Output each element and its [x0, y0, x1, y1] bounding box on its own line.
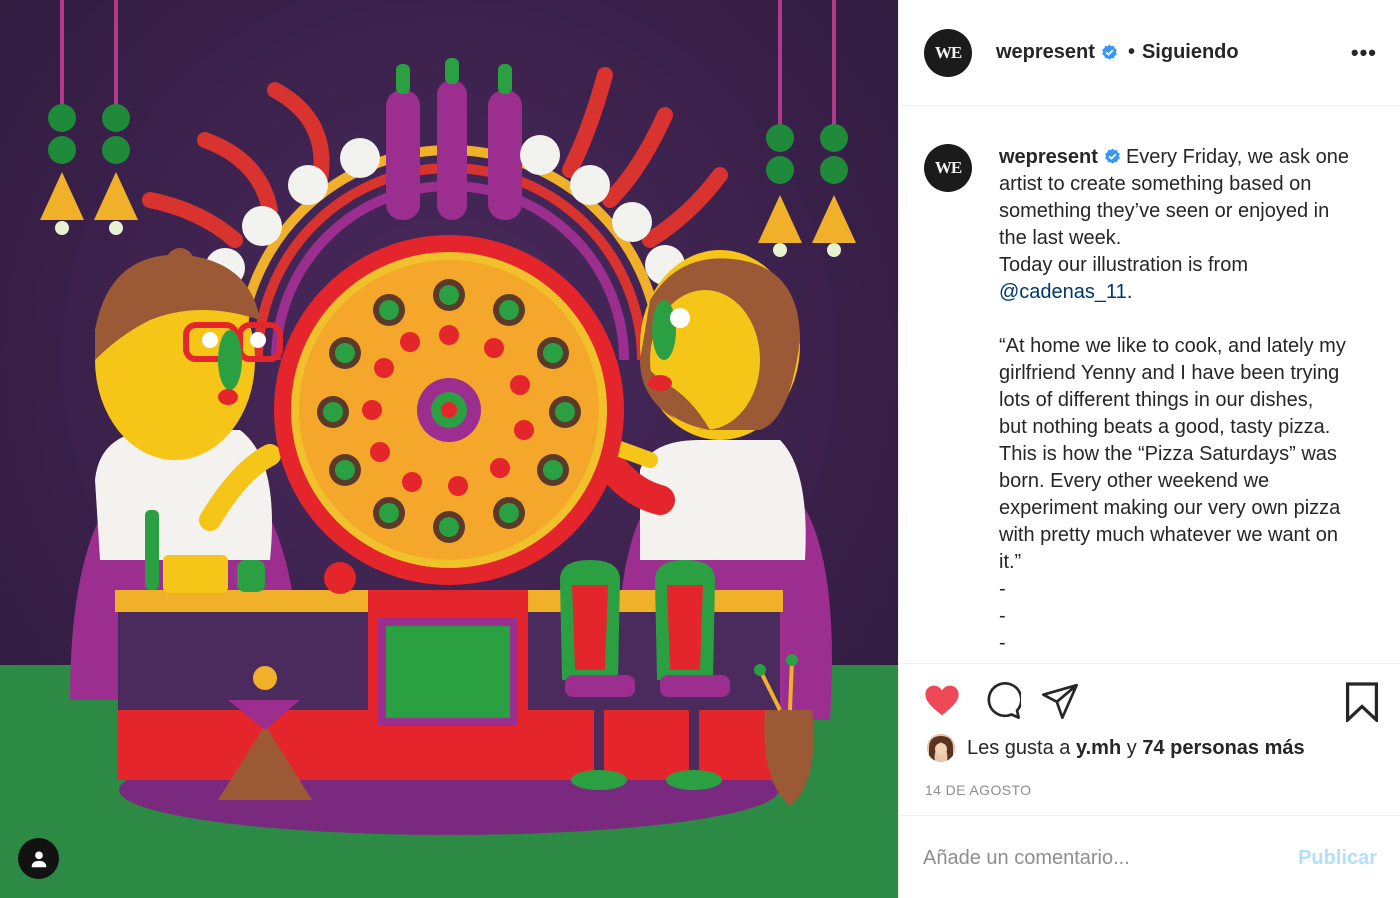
likes-prefix: Les gusta a	[967, 736, 1071, 759]
caption-line: Every Friday, we ask one	[1125, 146, 1349, 168]
caption-line: artist to create something based on	[999, 173, 1312, 195]
likes-summary: Les gusta a y.mh y 74 personas más	[927, 734, 1305, 762]
post-panel: WE wepresent • Siguiendo ••• WE wepresen…	[898, 0, 1400, 898]
caption-line: Today our illustration is from	[999, 254, 1248, 276]
more-horizontal-icon[interactable]: •••	[1351, 40, 1377, 66]
header-user: wepresent • Siguiendo	[996, 41, 1239, 64]
quote-line: with pretty much whatever we want on	[999, 524, 1339, 546]
quote-line: “At home we like to cook, and lately my	[999, 335, 1346, 357]
mention-suffix: .	[1126, 281, 1133, 303]
post-image[interactable]	[0, 0, 898, 898]
quote-line: -	[999, 578, 1006, 600]
likes-others-link[interactable]: 74 personas más	[1142, 737, 1304, 760]
caption-username[interactable]: wepresent	[999, 146, 1098, 168]
avatar[interactable]: WE	[924, 29, 972, 77]
caption-line: something they’ve seen or enjoyed in	[999, 200, 1330, 222]
likes-connector: y	[1126, 736, 1137, 759]
avatar-logo: WE	[934, 43, 962, 62]
comment-icon[interactable]	[983, 682, 1021, 720]
heart-filled-icon[interactable]	[923, 682, 961, 720]
comment-input[interactable]	[923, 840, 1263, 876]
liker-username[interactable]: y.mh	[1076, 737, 1121, 760]
pizza-illustration	[0, 0, 898, 898]
quote-line: This is how the “Pizza Saturdays” was	[999, 443, 1337, 465]
bookmark-icon[interactable]	[1344, 682, 1380, 722]
caption-avatar[interactable]: WE	[924, 144, 972, 192]
mention-link[interactable]: @cadenas_11	[999, 281, 1127, 303]
username-link[interactable]: wepresent	[996, 41, 1095, 64]
quote-line: it.”	[999, 551, 1022, 573]
quote-line: -	[999, 605, 1006, 627]
person-avatar-icon	[927, 734, 955, 762]
caption-line: the last week.	[999, 227, 1122, 249]
quote-line: -	[999, 632, 1006, 654]
send-icon[interactable]	[1041, 682, 1079, 720]
follow-status-button[interactable]: Siguiendo	[1142, 41, 1239, 64]
liker-avatar[interactable]	[927, 734, 955, 762]
caption-text: wepresent Every Friday, we ask one artis…	[999, 144, 1379, 657]
publish-button[interactable]: Publicar	[1298, 847, 1377, 870]
post-date[interactable]: 14 DE AGOSTO	[925, 782, 1031, 798]
separator-dot: •	[1127, 41, 1135, 63]
rolling-pins	[386, 58, 522, 220]
quote-line: girlfriend Yenny and I have been trying	[999, 362, 1340, 384]
verified-badge-icon	[1102, 44, 1117, 60]
action-bar: Les gusta a y.mh y 74 personas más 14 DE…	[899, 663, 1400, 815]
quote-line: born. Every other weekend we	[999, 470, 1270, 492]
comment-box: Publicar	[899, 815, 1400, 898]
avatar-logo: WE	[934, 158, 962, 177]
user-icon	[31, 850, 46, 867]
pizza	[274, 235, 624, 585]
quote-line: experiment making our very own pizza	[999, 497, 1341, 519]
quote-line: lots of different things in our dishes,	[999, 389, 1314, 411]
verified-badge-icon	[1105, 148, 1120, 164]
caption-area: WE wepresent Every Friday, we ask one ar…	[899, 107, 1400, 663]
quote-line: but nothing beats a good, tasty pizza.	[999, 416, 1331, 438]
caption-mention-line: @cadenas_11.	[999, 279, 1379, 306]
post-header: WE wepresent • Siguiendo •••	[899, 0, 1400, 106]
tagged-users-button[interactable]	[18, 838, 59, 879]
